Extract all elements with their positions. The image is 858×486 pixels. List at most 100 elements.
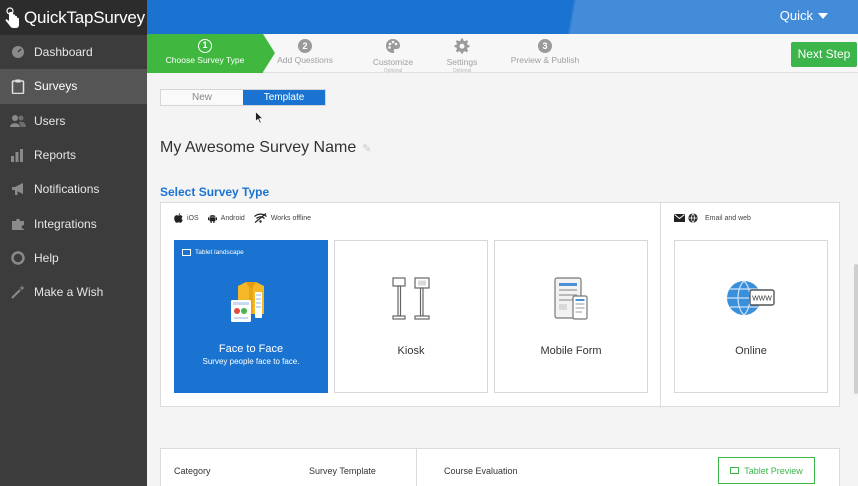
step-label: Preview & Publish [510, 55, 580, 65]
step-customize[interactable]: Customize Optional [353, 34, 433, 74]
sidebar: QuickTapSurvey Dashboard Surveys Users R… [0, 0, 147, 486]
android-icon [207, 213, 217, 223]
sidebar-item-make-a-wish[interactable]: Make a Wish [0, 275, 147, 309]
step-label: Choose Survey Type [165, 55, 245, 65]
users-icon [10, 113, 26, 129]
page-scrollbar[interactable] [854, 264, 858, 394]
card-name: Online [735, 345, 767, 357]
main-content: New Template My Awesome Survey Name ✎ Se… [147, 74, 858, 486]
step-add-questions[interactable]: 2 Add Questions [265, 34, 345, 73]
sidebar-item-label: Notifications [34, 182, 100, 197]
platform-label: Works offline [270, 214, 312, 222]
envelope-icon [674, 214, 685, 222]
divider [660, 203, 661, 408]
survey-name-text: My Awesome Survey Name [160, 139, 357, 156]
svg-text:WWW: WWW [752, 296, 772, 303]
platform-offline: Works offline [253, 213, 312, 223]
step-number: 1 [198, 39, 212, 53]
tablet-icon [730, 467, 740, 474]
clipboard-icon [10, 78, 26, 94]
new-template-toggle: New Template [160, 89, 326, 106]
sidebar-item-users[interactable]: Users [0, 104, 147, 138]
step-choose-survey-type[interactable]: 1 Choose Survey Type [147, 34, 263, 73]
card-description: Survey people face to face. [202, 357, 300, 366]
online-globe-icon: WWW [675, 276, 827, 328]
category-label: Category [174, 466, 211, 476]
device-platforms: iOS Android Works offline [174, 213, 320, 223]
sidebar-item-label: Make a Wish [34, 285, 104, 300]
apple-icon [174, 213, 183, 223]
divider [416, 449, 417, 486]
step-preview-publish[interactable]: 3 Preview & Publish [505, 34, 585, 73]
tag-label: Tablet landscape [195, 249, 244, 256]
sidebar-item-integrations[interactable]: Integrations [0, 206, 147, 240]
survey-type-panel: iOS Android Works offline Email and web … [160, 202, 840, 408]
card-online[interactable]: WWW Online [674, 240, 828, 393]
puzzle-icon [10, 216, 26, 232]
template-option[interactable]: Template [243, 90, 325, 105]
card-kiosk[interactable]: Kiosk [334, 240, 488, 393]
kiosk-icon [335, 276, 487, 328]
tablet-preview-button[interactable]: Tablet Preview [718, 457, 815, 484]
sidebar-item-help[interactable]: Help [0, 241, 147, 275]
sidebar-item-label: Dashboard [34, 45, 93, 60]
template-details-panel: Category Survey Template Course Evaluati… [160, 448, 840, 486]
bar-chart-icon [10, 147, 26, 163]
sidebar-item-dashboard[interactable]: Dashboard [0, 35, 147, 69]
platform-android: Android [207, 213, 245, 223]
face-to-face-illustration [175, 276, 327, 328]
mouse-pointer-icon [255, 111, 264, 124]
wizard-steps: 1 Choose Survey Type 2 Add Questions Cus… [147, 34, 858, 74]
sidebar-item-label: Integrations [34, 216, 97, 231]
app-name: QuickTapSurvey [24, 7, 145, 27]
app-logo[interactable]: QuickTapSurvey [0, 0, 147, 35]
sidebar-item-reports[interactable]: Reports [0, 138, 147, 172]
card-name: Face to Face [218, 343, 284, 355]
sidebar-item-notifications[interactable]: Notifications [0, 172, 147, 206]
chevron-down-icon [818, 13, 828, 19]
edit-pencil-icon[interactable]: ✎ [362, 142, 371, 155]
step-number: 2 [298, 39, 312, 53]
gear-icon [454, 38, 470, 54]
sidebar-item-label: Reports [34, 148, 77, 163]
card-face-to-face[interactable]: Tablet landscape Face to Face Survey peo… [174, 240, 328, 393]
mobile-form-icon [495, 276, 647, 328]
sidebar-item-surveys[interactable]: Surveys [0, 69, 147, 104]
lifebuoy-icon [10, 250, 26, 266]
dashboard-icon [10, 44, 26, 60]
magic-wand-icon [10, 284, 26, 300]
step-label: Settings [446, 57, 478, 67]
account-menu[interactable]: Quick [780, 8, 828, 23]
platform-label: Email and web [705, 214, 751, 222]
new-option[interactable]: New [161, 90, 243, 105]
account-name: Quick [779, 8, 813, 23]
tap-hand-icon [5, 6, 19, 28]
tablet-landscape-icon [182, 249, 191, 256]
palette-icon [386, 39, 400, 53]
web-platforms: Email and web [674, 213, 751, 223]
step-number: 3 [538, 39, 552, 53]
preview-button-label: Tablet Preview [744, 465, 803, 476]
megaphone-icon [10, 181, 26, 197]
tablet-landscape-tag: Tablet landscape [182, 249, 244, 256]
step-label: Add Questions [277, 55, 333, 65]
card-mobile-form[interactable]: Mobile Form [494, 240, 648, 393]
step-settings[interactable]: Settings Optional [422, 34, 502, 74]
sidebar-item-label: Help [34, 250, 59, 265]
survey-template-label: Survey Template [309, 466, 376, 476]
platform-label: iOS [187, 214, 199, 222]
section-title: Select Survey Type [160, 185, 270, 199]
step-label: Customize [372, 57, 414, 67]
sidebar-item-label: Users [34, 113, 66, 128]
card-name: Kiosk [397, 345, 425, 357]
wifi-off-icon [253, 213, 267, 223]
survey-name[interactable]: My Awesome Survey Name ✎ [160, 139, 371, 157]
sidebar-item-label: Surveys [34, 79, 78, 94]
card-name: Mobile Form [540, 345, 602, 357]
globe-icon [688, 213, 698, 223]
platform-ios: iOS [174, 213, 199, 223]
template-value: Course Evaluation [444, 466, 518, 476]
platform-label: Android [220, 214, 245, 222]
top-bar: Quick [147, 0, 858, 34]
next-step-button[interactable]: Next Step [791, 42, 857, 67]
